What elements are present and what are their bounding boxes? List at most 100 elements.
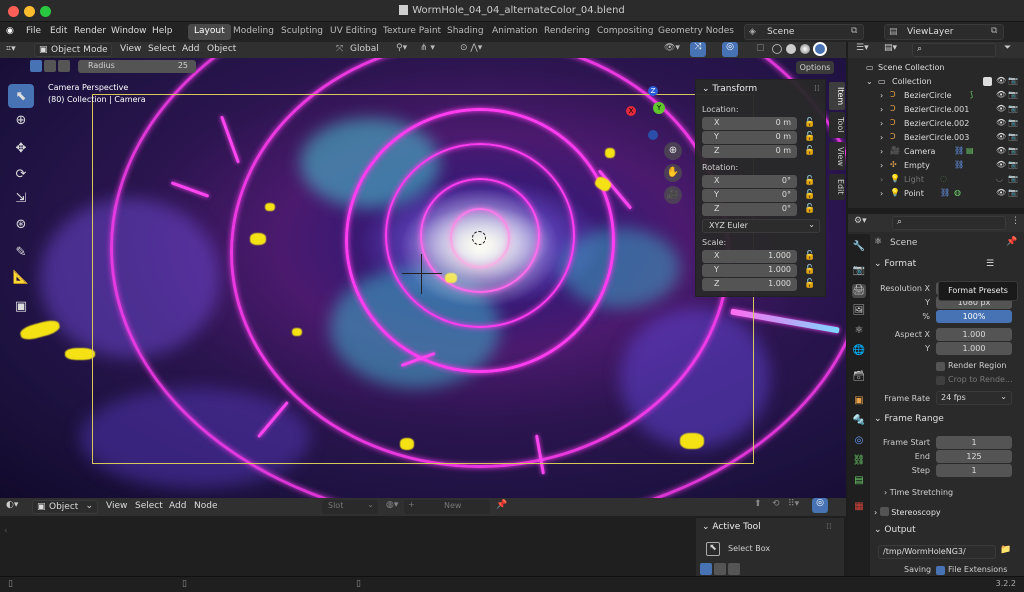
tab-shading[interactable]: Shading	[441, 24, 490, 40]
expand-icon[interactable]: ›	[880, 161, 883, 170]
measure-tool[interactable]: 📐	[8, 265, 34, 289]
material-shading-icon[interactable]	[800, 44, 810, 54]
tab-uv-editing[interactable]: UV Editing	[324, 24, 383, 40]
select-subtract-icon[interactable]	[58, 60, 70, 72]
menu-file[interactable]: File	[26, 26, 41, 36]
gizmo-neg-z[interactable]	[648, 130, 658, 140]
gizmo-z-axis[interactable]: Z	[648, 86, 658, 96]
menu-help[interactable]: Help	[152, 26, 173, 36]
tab-layout[interactable]: Layout	[188, 24, 231, 40]
new-scene-icon[interactable]: ⧉	[851, 26, 857, 36]
outliner-item-camera[interactable]: › 🎥 Camera ⛓ ▤ 👁 📷	[848, 145, 1024, 159]
properties-editor-icon[interactable]: ⚙▾	[854, 216, 867, 226]
eye-hidden-icon[interactable]: ◡	[996, 174, 1003, 183]
lock-icon[interactable]: 🔓	[804, 251, 815, 261]
viewport-menu-object[interactable]: Object	[207, 44, 236, 54]
rotation-y-field[interactable]: Y 0°	[702, 189, 797, 202]
shader-menu-add[interactable]: Add	[169, 501, 186, 511]
expand-icon[interactable]: ›	[880, 147, 883, 156]
transform-orientation-dropdown[interactable]: ⤧ Global	[336, 43, 388, 57]
slot-dropdown[interactable]: Slot ⌄	[322, 500, 378, 514]
viewport-menu-select[interactable]: Select	[148, 44, 176, 54]
sidebar-tab-item[interactable]: Item	[829, 82, 845, 110]
display-mode-icon[interactable]: ▤▾	[884, 43, 897, 53]
eye-icon[interactable]: 👁	[996, 76, 1006, 85]
output-tab-icon[interactable]: 🖨	[852, 284, 866, 298]
camera-render-icon[interactable]: 📷	[1008, 160, 1018, 169]
scale-y-field[interactable]: Y 1.000	[702, 264, 797, 277]
output-panel-header[interactable]: ⌄ Output	[874, 525, 1020, 541]
tab-rendering[interactable]: Rendering	[538, 24, 596, 40]
resolution-percent-field[interactable]: 100%	[936, 310, 1012, 323]
tab-modeling[interactable]: Modeling	[227, 24, 280, 40]
sidebar-tab-edit[interactable]: Edit	[829, 174, 845, 200]
blender-logo-icon[interactable]: ◉	[6, 26, 14, 36]
select-extend-icon[interactable]	[714, 563, 726, 575]
toolbar-collapse-icon[interactable]: ‹	[4, 526, 8, 536]
material-browse-icon[interactable]: ◍▾	[386, 500, 398, 510]
add-cube-tool[interactable]: ▣	[8, 294, 34, 318]
expand-icon[interactable]: ›	[880, 105, 883, 114]
view-layer-tab-icon[interactable]: 🖼	[852, 304, 866, 318]
expand-icon[interactable]: ⌄	[866, 77, 873, 86]
rotation-x-field[interactable]: X 0°	[702, 175, 797, 188]
filter-icon[interactable]: ⏷	[1004, 43, 1011, 53]
mode-dropdown[interactable]: ▣ Object Mode	[34, 43, 112, 57]
tab-animation[interactable]: Animation	[486, 24, 544, 40]
texture-tab-icon[interactable]: ▦	[852, 500, 866, 514]
camera-render-icon[interactable]: 📷	[1008, 188, 1018, 197]
zoom-icon[interactable]: ⊕	[664, 142, 682, 160]
wireframe-shading-icon[interactable]	[772, 44, 782, 54]
frame-step-field[interactable]: 1	[936, 464, 1012, 477]
world-tab-icon[interactable]: 🌐	[852, 344, 866, 358]
transform-panel-header[interactable]: ⌄ Transform	[702, 84, 757, 94]
eye-icon[interactable]: 👁	[996, 188, 1006, 197]
new-material-button[interactable]: + New	[404, 500, 490, 514]
sidebar-tab-view[interactable]: View	[829, 142, 845, 170]
properties-search-input[interactable]: ⌕	[892, 216, 1006, 230]
eye-icon[interactable]: 👁	[996, 146, 1006, 155]
visibility-icon[interactable]: 👁▾	[664, 43, 680, 53]
pivot-icon[interactable]: ⚲▾	[396, 43, 407, 53]
shader-editor-type-icon[interactable]: ◐▾	[6, 500, 18, 510]
shader-menu-select[interactable]: Select	[135, 501, 163, 511]
modifiers-tab-icon[interactable]: 🔩	[852, 414, 866, 428]
camera-render-icon[interactable]: 📷	[1008, 132, 1018, 141]
select-mode-icon[interactable]	[30, 60, 42, 72]
options-button[interactable]: Options	[796, 61, 834, 74]
gizmo-y-axis[interactable]: Y	[653, 102, 665, 114]
scene-tab-icon[interactable]: ⚛	[852, 324, 866, 338]
shader-menu-view[interactable]: View	[106, 501, 127, 511]
lock-icon[interactable]: 🔓	[804, 132, 815, 142]
select-box-icon[interactable]: ⬉	[706, 542, 720, 556]
select-box-tool[interactable]: ⬉	[8, 84, 34, 108]
presets-list-icon[interactable]: ☰	[986, 259, 994, 269]
camera-render-icon[interactable]: 📷	[1008, 174, 1018, 183]
annotate-tool[interactable]: ✎	[8, 240, 34, 264]
camera-render-icon[interactable]: 📷	[1008, 118, 1018, 127]
pin-icon[interactable]: 📌	[1006, 237, 1017, 247]
lock-icon[interactable]: 🔓	[804, 204, 815, 214]
camera-render-icon[interactable]: 📷	[1008, 90, 1018, 99]
viewport-menu-view[interactable]: View	[120, 44, 141, 54]
collection-tab-icon[interactable]: 🗃	[852, 370, 866, 384]
move-tool[interactable]: ✥	[8, 136, 34, 160]
expand-icon[interactable]: ›	[880, 91, 883, 100]
navigation-gizmo[interactable]: Z X Y	[622, 86, 684, 148]
proportional-edit-icon[interactable]: ⊙ ⋀▾	[460, 43, 482, 53]
solid-shading-icon[interactable]	[786, 44, 796, 54]
lock-icon[interactable]: 🔓	[804, 190, 815, 200]
outliner-item-empty[interactable]: › ✣ Empty ⛓ 👁 📷	[848, 159, 1024, 173]
camera-render-icon[interactable]: 📷	[1008, 76, 1018, 85]
eye-icon[interactable]: 👁	[996, 90, 1006, 99]
cursor-tool[interactable]: ⊕	[8, 108, 34, 132]
active-tool-header[interactable]: ⌄ Active Tool	[702, 522, 761, 532]
aspect-x-field[interactable]: 1.000	[936, 328, 1012, 341]
viewport-menu-add[interactable]: Add	[182, 44, 199, 54]
scale-tool[interactable]: ⇲	[8, 186, 34, 210]
scale-x-field[interactable]: X 1.000	[702, 250, 797, 263]
rotate-tool[interactable]: ⟳	[8, 162, 34, 186]
viewlayer-selector[interactable]: ▤ ViewLayer ⧉	[884, 24, 1004, 40]
stereoscopy-panel-header[interactable]: › Stereoscopy	[874, 506, 1020, 522]
sidebar-tab-tool[interactable]: Tool	[829, 112, 845, 138]
